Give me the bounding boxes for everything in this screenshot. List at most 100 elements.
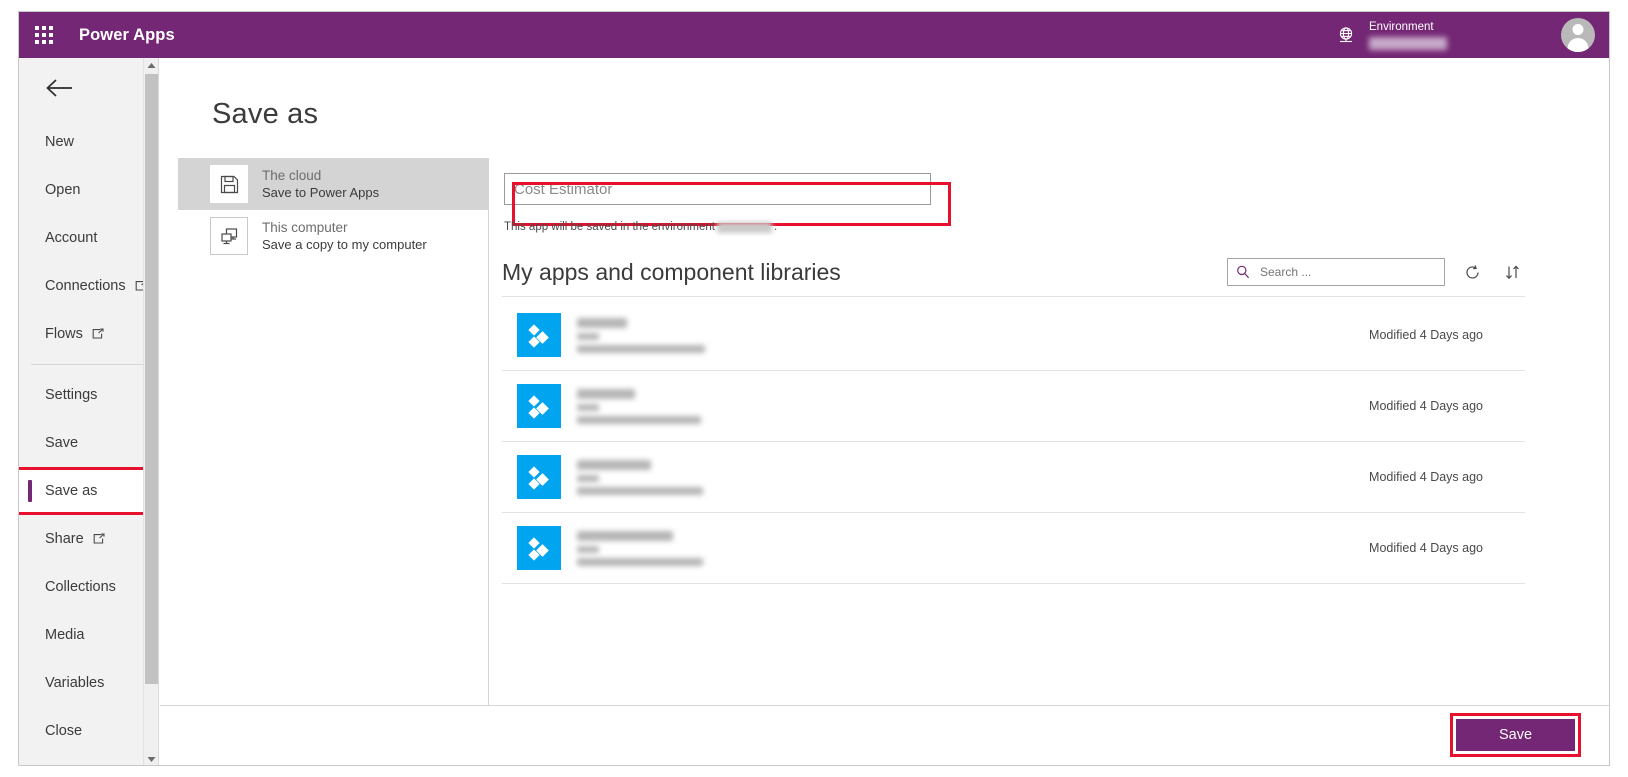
sidebar-item-connections[interactable]: Connections xyxy=(19,262,158,310)
app-name-label xyxy=(577,388,635,399)
environment-label: Environment xyxy=(1369,21,1434,33)
power-app-tile-icon xyxy=(517,455,561,499)
sidebar-item-save-as[interactable]: Save as xyxy=(19,467,158,515)
sidebar-item-new[interactable]: New xyxy=(19,118,158,166)
scroll-down-arrow-icon[interactable] xyxy=(144,752,159,765)
app-modified-label: Modified 4 Days ago xyxy=(1369,328,1483,342)
sidebar-item-open[interactable]: Open xyxy=(19,166,158,214)
page-title: Save as xyxy=(212,98,319,130)
app-detail-label xyxy=(577,344,705,353)
hint-suffix: . xyxy=(773,221,778,233)
app-detail-label xyxy=(577,557,703,566)
table-row[interactable]: Modified 4 Days ago xyxy=(502,300,1525,371)
header-right-group: Environment xyxy=(1335,12,1609,58)
app-detail-label xyxy=(577,486,703,495)
app-name-label xyxy=(577,459,651,470)
sidebar-item-account[interactable]: Account xyxy=(19,214,158,262)
sidebar-item-media[interactable]: Media xyxy=(19,611,158,659)
desktop-computer-icon xyxy=(210,217,248,255)
environment-hint-text: This app will be saved in the environmen… xyxy=(504,221,777,233)
refresh-icon[interactable] xyxy=(1459,259,1485,285)
power-apps-save-as-screen: Power Apps Environment New Open Account … xyxy=(0,0,1628,777)
globe-environment-icon[interactable] xyxy=(1335,24,1357,46)
destination-subtitle: Save to Power Apps xyxy=(262,185,380,200)
top-header-bar: Power Apps Environment xyxy=(19,12,1609,58)
sidebar-item-flows[interactable]: Flows xyxy=(19,310,158,358)
destination-subtitle: Save a copy to my computer xyxy=(262,237,427,252)
power-app-tile-icon xyxy=(517,313,561,357)
app-modified-label: Modified 4 Days ago xyxy=(1369,399,1483,413)
app-name-label xyxy=(577,530,673,541)
destination-text: This computer Save a copy to my computer xyxy=(262,219,427,253)
sidebar-item-variables[interactable]: Variables xyxy=(19,659,158,707)
hint-environment-value xyxy=(716,221,772,233)
sidebar-item-label: Save as xyxy=(45,483,98,499)
destination-option-the-cloud[interactable]: The cloud Save to Power Apps xyxy=(178,158,488,210)
save-button[interactable]: Save xyxy=(1456,719,1575,751)
scroll-up-arrow-icon[interactable] xyxy=(144,58,159,73)
destination-title: This computer xyxy=(262,220,348,235)
app-name-label xyxy=(577,317,627,328)
dialog-footer: Save xyxy=(160,705,1609,765)
sidebar-item-close[interactable]: Close xyxy=(19,707,158,755)
app-list: Modified 4 Days ago Modified 4 Days ago xyxy=(502,300,1525,584)
sidebar-item-label: Open xyxy=(45,182,81,198)
app-name-input[interactable] xyxy=(504,173,931,205)
save-as-right-pane: This app will be saved in the environmen… xyxy=(490,158,1609,765)
search-input[interactable] xyxy=(1258,264,1436,280)
sidebar-scrollbar-thumb[interactable] xyxy=(145,74,158,684)
sort-icon[interactable] xyxy=(1499,259,1525,285)
power-app-tile-icon xyxy=(517,526,561,570)
environment-value xyxy=(1369,37,1447,50)
app-list-toolbar xyxy=(1227,258,1525,286)
sidebar-scrollbar[interactable] xyxy=(143,58,159,765)
destination-text: The cloud Save to Power Apps xyxy=(262,167,379,201)
app-detail-label xyxy=(577,415,701,424)
back-arrow-icon[interactable] xyxy=(19,58,159,118)
app-meta xyxy=(577,530,703,566)
table-row[interactable]: Modified 4 Days ago xyxy=(502,442,1525,513)
app-meta xyxy=(577,388,701,424)
app-launcher-waffle-icon[interactable] xyxy=(35,26,53,44)
search-box[interactable] xyxy=(1227,258,1445,286)
app-modified-label: Modified 4 Days ago xyxy=(1369,470,1483,484)
sidebar-item-settings[interactable]: Settings xyxy=(19,371,158,419)
app-owner-label xyxy=(577,474,599,482)
sidebar-item-label: Save xyxy=(45,435,79,451)
destination-option-this-computer[interactable]: This computer Save a copy to my computer xyxy=(178,210,488,262)
app-modified-label: Modified 4 Days ago xyxy=(1369,541,1483,555)
environment-selector[interactable]: Environment xyxy=(1369,20,1519,50)
hint-prefix: This app will be saved in the environmen… xyxy=(504,221,715,233)
app-name-row xyxy=(504,173,951,226)
sidebar-divider xyxy=(31,364,148,365)
search-icon xyxy=(1236,265,1250,279)
table-row[interactable]: Modified 4 Days ago xyxy=(502,513,1525,584)
nav-item-list: New Open Account Connections Flows Setti… xyxy=(19,118,158,755)
app-meta xyxy=(577,459,703,495)
app-window: Power Apps Environment New Open Account … xyxy=(18,11,1610,766)
floppy-disk-save-icon xyxy=(210,165,248,203)
app-owner-label xyxy=(577,332,599,340)
app-owner-label xyxy=(577,545,599,553)
power-app-tile-icon xyxy=(517,384,561,428)
save-destination-list: The cloud Save to Power Apps This comput… xyxy=(178,158,489,765)
brand-title: Power Apps xyxy=(79,25,175,44)
app-owner-label xyxy=(577,403,599,411)
app-list-header: My apps and component libraries xyxy=(502,258,1525,297)
sidebar-item-share[interactable]: Share xyxy=(19,515,158,563)
sidebar-item-label: Connections xyxy=(45,278,126,294)
main-content-area: Save as The cloud Save to Power Apps Thi… xyxy=(160,58,1609,765)
left-nav-sidebar: New Open Account Connections Flows Setti… xyxy=(19,58,159,765)
sidebar-item-label: New xyxy=(45,134,75,150)
user-avatar-icon[interactable] xyxy=(1561,18,1595,52)
sidebar-item-collections[interactable]: Collections xyxy=(19,563,158,611)
app-list-title: My apps and component libraries xyxy=(502,258,841,285)
table-row[interactable]: Modified 4 Days ago xyxy=(502,371,1525,442)
sidebar-item-label: Flows xyxy=(45,326,83,342)
sidebar-item-label: Share xyxy=(45,531,84,547)
sidebar-item-label: Account xyxy=(45,230,98,246)
sidebar-item-save[interactable]: Save xyxy=(19,419,158,467)
destination-title: The cloud xyxy=(262,168,322,183)
sidebar-item-label: Settings xyxy=(45,387,98,403)
app-meta xyxy=(577,317,705,353)
